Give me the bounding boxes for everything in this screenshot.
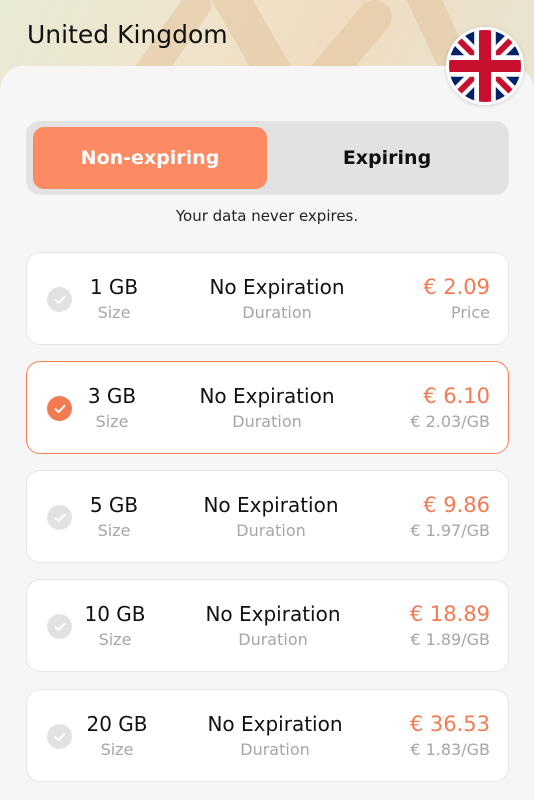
plan-duration-label: Duration (232, 412, 302, 431)
plan-size-label: Size (100, 740, 134, 759)
plan-price-value: € 9.86 (423, 493, 490, 517)
plan-size-label: Size (95, 412, 129, 431)
plan-price-subtext: € 2.03/GB (410, 412, 490, 431)
plan-price-value: € 6.10 (423, 384, 490, 408)
plan-card[interactable]: 3 GB Size No Expiration Duration € 6.10 … (26, 361, 509, 454)
plan-duration-label: Duration (240, 740, 310, 759)
plan-size: 3 GB Size (77, 384, 147, 433)
plan-size-value: 1 GB (89, 275, 139, 299)
tab-non-expiring[interactable]: Non-expiring (33, 127, 267, 189)
plan-duration-value: No Expiration (207, 712, 343, 736)
plan-size-label: Size (97, 303, 131, 322)
plan-duration-label: Duration (238, 630, 308, 649)
plan-card[interactable]: 10 GB Size No Expiration Duration € 18.8… (26, 579, 509, 672)
plan-duration-value: No Expiration (209, 275, 345, 299)
plan-duration-value: No Expiration (203, 493, 339, 517)
plan-duration: No Expiration Duration (173, 602, 373, 651)
plan-duration: No Expiration Duration (171, 493, 371, 542)
plan-duration: No Expiration Duration (175, 712, 375, 761)
plan-duration-value: No Expiration (205, 602, 341, 626)
expiry-tab-switcher: Non-expiring Expiring (26, 121, 509, 195)
unchecked-circle-icon[interactable] (47, 724, 72, 749)
plan-price: € 36.53 € 1.83/GB (410, 712, 490, 761)
plan-card[interactable]: 5 GB Size No Expiration Duration € 9.86 … (26, 470, 509, 563)
plan-duration: No Expiration Duration (167, 384, 367, 433)
plan-price-value: € 2.09 (423, 275, 490, 299)
plan-card[interactable]: 1 GB Size No Expiration Duration € 2.09 … (26, 252, 509, 345)
unchecked-circle-icon[interactable] (47, 505, 72, 530)
plan-price-subtext: € 1.83/GB (410, 740, 490, 759)
plan-size-value: 10 GB (84, 602, 146, 626)
plan-price: € 2.09 Price (423, 275, 490, 324)
plan-size-value: 20 GB (86, 712, 148, 736)
plan-price-subtext: € 1.89/GB (410, 630, 490, 649)
plan-duration-label: Duration (242, 303, 312, 322)
plan-size: 1 GB Size (79, 275, 149, 324)
plan-price-value: € 18.89 (409, 602, 490, 626)
plan-size-value: 3 GB (87, 384, 137, 408)
unchecked-circle-icon[interactable] (47, 287, 72, 312)
checked-circle-icon[interactable] (47, 396, 72, 421)
plan-price-subtext: € 1.97/GB (410, 521, 490, 540)
expiry-hint-text: Your data never expires. (175, 207, 359, 225)
plan-size: 20 GB Size (77, 712, 157, 761)
tab-expiring[interactable]: Expiring (272, 127, 502, 189)
plan-duration: No Expiration Duration (177, 275, 377, 324)
plan-price: € 18.89 € 1.89/GB (410, 602, 490, 651)
plan-size: 10 GB Size (75, 602, 155, 651)
unchecked-circle-icon[interactable] (47, 614, 72, 639)
plan-size-value: 5 GB (89, 493, 139, 517)
plan-size-label: Size (98, 630, 132, 649)
plan-duration-label: Duration (236, 521, 306, 540)
plan-price: € 9.86 € 1.97/GB (410, 493, 490, 542)
plan-price-subtext: Price (450, 303, 490, 322)
plan-size-label: Size (97, 521, 131, 540)
page-title: United Kingdom (27, 20, 228, 49)
plan-price-value: € 36.53 (409, 712, 490, 736)
plan-card[interactable]: 20 GB Size No Expiration Duration € 36.5… (26, 689, 509, 782)
plan-size: 5 GB Size (79, 493, 149, 542)
uk-flag-icon (446, 27, 524, 105)
plan-price: € 6.10 € 2.03/GB (410, 384, 490, 433)
plan-duration-value: No Expiration (199, 384, 335, 408)
